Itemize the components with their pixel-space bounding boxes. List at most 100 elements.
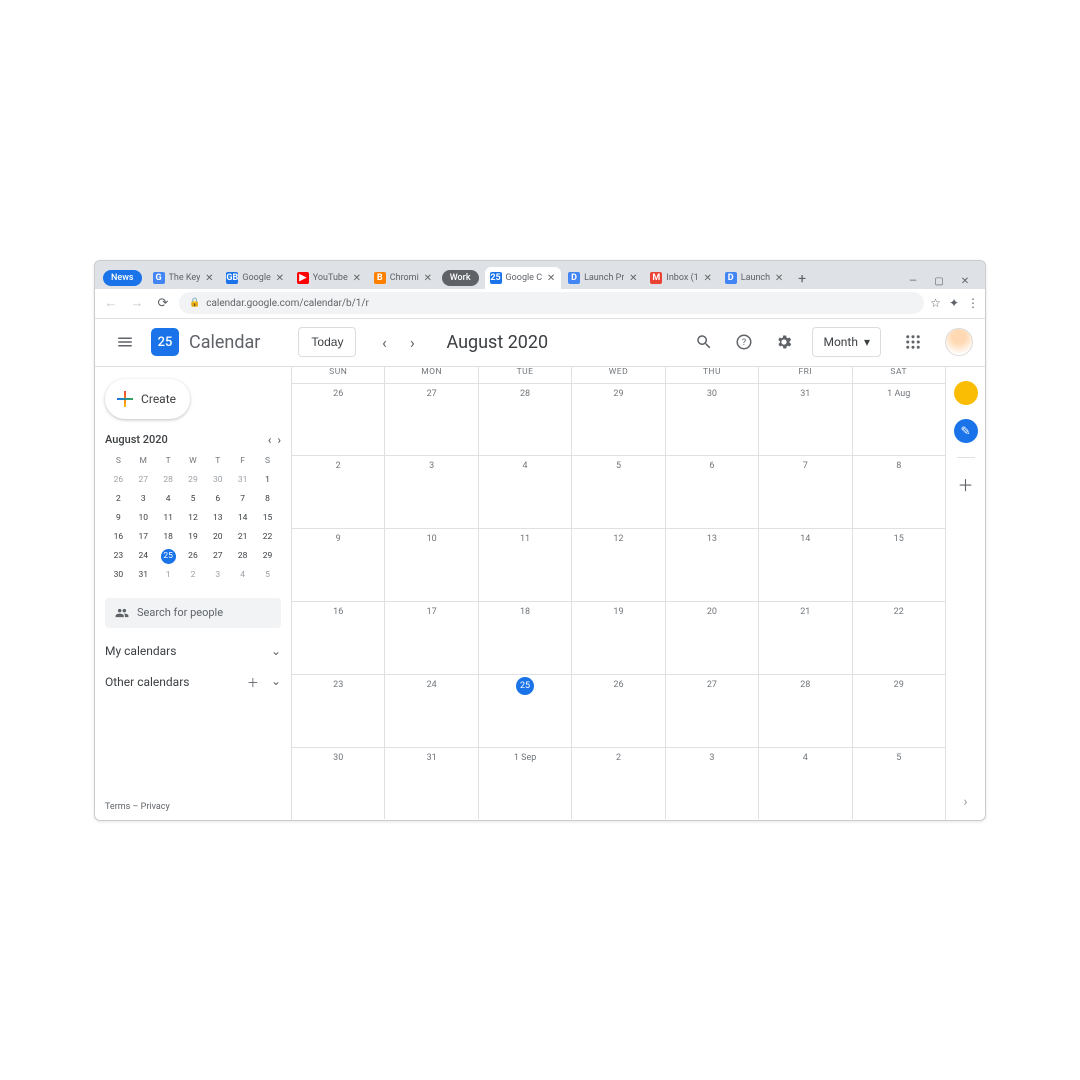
back-button[interactable]: ← [101,293,121,313]
mini-day[interactable]: 26 [107,472,130,489]
prev-month-button[interactable]: ‹ [370,328,398,356]
day-cell[interactable]: 3 [385,456,478,528]
day-cell[interactable]: 4 [479,456,572,528]
today-button[interactable]: Today [298,327,356,357]
day-cell[interactable]: 29 [853,675,945,747]
day-cell[interactable]: 8 [853,456,945,528]
day-cell[interactable]: 29 [572,384,665,456]
next-month-button[interactable]: › [398,328,426,356]
browser-menu-icon[interactable]: ⋮ [967,296,979,310]
new-tab-button[interactable]: + [791,269,813,289]
rail-collapse-button[interactable]: › [963,794,967,820]
close-tab-icon[interactable]: ✕ [204,273,214,283]
browser-tab[interactable]: 25Google C✕ [485,267,562,289]
day-cell[interactable]: 22 [853,602,945,674]
mini-day[interactable]: 25 [157,548,180,565]
mini-day[interactable]: 18 [157,529,180,546]
terms-link[interactable]: Terms [105,802,130,812]
day-cell[interactable]: 19 [572,602,665,674]
mini-day[interactable]: 14 [231,510,254,527]
day-cell[interactable]: 11 [479,529,572,601]
close-tab-icon[interactable]: ✕ [703,273,713,283]
mini-day[interactable]: 4 [157,491,180,508]
close-tab-icon[interactable]: ✕ [628,273,638,283]
my-calendars-section[interactable]: My calendars ⌄ [105,644,281,658]
day-cell[interactable]: 17 [385,602,478,674]
mini-day[interactable]: 5 [182,491,205,508]
day-cell[interactable]: 23 [292,675,385,747]
reload-button[interactable]: ⟳ [153,293,173,313]
day-cell[interactable]: 20 [666,602,759,674]
mini-day[interactable]: 30 [107,567,130,584]
mini-day[interactable]: 26 [182,548,205,565]
mini-day[interactable]: 10 [132,510,155,527]
day-cell[interactable]: 2 [572,748,665,820]
mini-day[interactable]: 12 [182,510,205,527]
browser-tab[interactable]: DLaunch Pr✕ [563,267,643,289]
mini-day[interactable]: 7 [231,491,254,508]
tab-group-pill[interactable]: Work [442,270,479,286]
mini-day[interactable]: 5 [256,567,279,584]
account-avatar[interactable] [945,328,973,356]
url-box[interactable]: 🔒 calendar.google.com/calendar/b/1/r [179,292,924,314]
bookmark-star-icon[interactable]: ☆ [930,296,941,310]
forward-button[interactable]: → [127,293,147,313]
browser-tab[interactable]: MInbox (1✕ [645,267,717,289]
browser-tab[interactable]: GThe Key✕ [148,267,220,289]
mini-day[interactable]: 20 [206,529,229,546]
extensions-icon[interactable]: ✦ [949,296,959,310]
day-cell[interactable]: 31 [385,748,478,820]
mini-day[interactable]: 4 [231,567,254,584]
browser-tab[interactable]: BChromi✕ [369,267,438,289]
mini-day[interactable]: 30 [206,472,229,489]
day-cell[interactable]: 25 [479,675,572,747]
mini-day[interactable]: 27 [206,548,229,565]
day-cell[interactable]: 3 [666,748,759,820]
mini-day[interactable]: 1 [256,472,279,489]
day-cell[interactable]: 31 [759,384,852,456]
keep-icon[interactable] [954,381,978,405]
close-tab-icon[interactable]: ✕ [546,273,556,283]
mini-day[interactable]: 21 [231,529,254,546]
day-cell[interactable]: 24 [385,675,478,747]
privacy-link[interactable]: Privacy [141,802,170,812]
mini-day[interactable]: 17 [132,529,155,546]
view-selector[interactable]: Month ▾ [812,327,881,357]
day-cell[interactable]: 15 [853,529,945,601]
day-cell[interactable]: 30 [292,748,385,820]
maximize-button[interactable]: ▢ [931,276,947,287]
close-tab-icon[interactable]: ✕ [352,273,362,283]
mini-day[interactable]: 3 [132,491,155,508]
mini-day[interactable]: 27 [132,472,155,489]
tasks-icon[interactable]: ✎ [954,419,978,443]
mini-day[interactable]: 19 [182,529,205,546]
day-cell[interactable]: 12 [572,529,665,601]
search-button[interactable] [688,326,720,358]
day-cell[interactable]: 16 [292,602,385,674]
day-cell[interactable]: 9 [292,529,385,601]
mini-next-button[interactable]: › [277,433,281,447]
mini-prev-button[interactable]: ‹ [268,433,272,447]
browser-tab[interactable]: ▶YouTube✕ [292,267,367,289]
day-cell[interactable]: 7 [759,456,852,528]
mini-day[interactable]: 11 [157,510,180,527]
mini-day[interactable]: 3 [206,567,229,584]
day-cell[interactable]: 2 [292,456,385,528]
day-cell[interactable]: 28 [479,384,572,456]
mini-day[interactable]: 24 [132,548,155,565]
day-cell[interactable]: 1 Aug [853,384,945,456]
mini-day[interactable]: 29 [182,472,205,489]
day-cell[interactable]: 10 [385,529,478,601]
close-window-button[interactable]: ✕ [957,276,973,287]
mini-day[interactable]: 23 [107,548,130,565]
close-tab-icon[interactable]: ✕ [774,273,784,283]
minimize-button[interactable]: — [905,276,921,287]
add-calendar-button[interactable]: ＋ [247,674,259,691]
day-cell[interactable]: 21 [759,602,852,674]
day-cell[interactable]: 28 [759,675,852,747]
mini-day[interactable]: 2 [182,567,205,584]
day-cell[interactable]: 5 [853,748,945,820]
search-people-input[interactable]: Search for people [105,598,281,628]
day-cell[interactable]: 18 [479,602,572,674]
day-cell[interactable]: 1 Sep [479,748,572,820]
